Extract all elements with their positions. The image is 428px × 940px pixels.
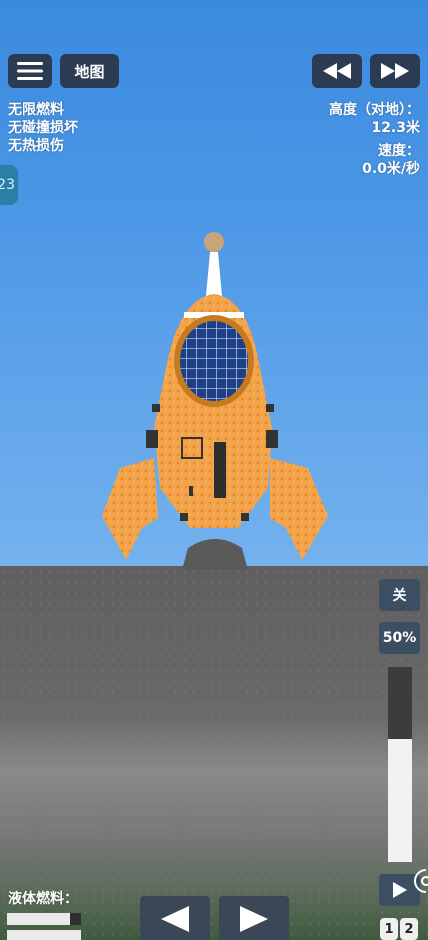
screenshot-icon[interactable] (412, 866, 428, 896)
stage-badge[interactable]: 23 (0, 165, 18, 205)
speed-label: 速度： (378, 143, 420, 159)
menu-button[interactable] (8, 54, 52, 88)
play-icon (392, 882, 407, 898)
arrow-right-icon (240, 906, 268, 932)
status-no-collision-damage: 无碰撞损坏 (8, 120, 78, 136)
altitude-label: 高度（对地）： (329, 102, 420, 118)
map-button[interactable]: 地图 (60, 54, 119, 88)
fuel-gauge-2 (7, 930, 81, 940)
rewind-icon (323, 63, 351, 79)
status-infinite-fuel: 无限燃料 (8, 102, 64, 118)
speed-value: 0.0米/秒 (362, 161, 420, 177)
arrow-left-icon (161, 906, 189, 932)
ground-surface (0, 566, 428, 940)
rotate-right-button[interactable] (219, 896, 289, 940)
menu-icon (17, 62, 43, 80)
altitude-value: 12.3米 (371, 120, 420, 136)
rewind-button[interactable] (312, 54, 362, 88)
page-1-label: 1 (384, 921, 394, 937)
throttle-percent: 50% (379, 622, 420, 654)
fuel-gauge-1-fill (7, 913, 70, 925)
status-no-heat-damage: 无热损伤 (8, 138, 64, 154)
rotate-left-button[interactable] (140, 896, 210, 940)
fast-forward-icon (381, 63, 409, 79)
throttle-level (388, 739, 412, 862)
page-1-button[interactable]: 1 (380, 918, 398, 940)
page-2-button[interactable]: 2 (400, 918, 418, 940)
liquid-fuel-label: 液体燃料： (8, 891, 78, 907)
page-2-label: 2 (404, 921, 414, 937)
fuel-gauge-1 (7, 913, 81, 925)
fuel-gauge-2-fill (7, 930, 81, 940)
throttle-slider[interactable] (388, 667, 412, 862)
engine-toggle-button[interactable]: 关 (379, 579, 420, 611)
rocket-craft (102, 232, 328, 560)
fast-forward-button[interactable] (370, 54, 420, 88)
stage-badge-text: 23 (0, 177, 15, 193)
